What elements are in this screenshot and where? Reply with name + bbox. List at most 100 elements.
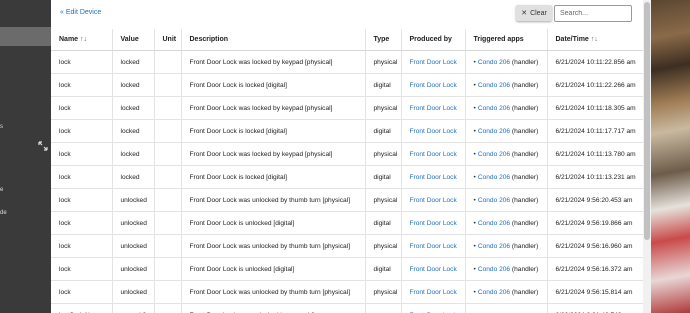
cell-produced-by-text[interactable]: Front Door Lock <box>410 243 457 250</box>
app-link[interactable]: Condo 206 <box>478 59 510 66</box>
app-link[interactable]: Condo 206 <box>478 174 510 181</box>
sidebar-item-fragment[interactable]: s <box>0 124 3 131</box>
cell-unit <box>154 50 182 74</box>
cell-unit <box>154 165 182 189</box>
cell-description: Front Door Lock is locked [digital] <box>181 165 366 189</box>
cell-description-text: Front Door Lock is locked [digital] <box>189 127 287 135</box>
scrollbar-thumb[interactable] <box>644 2 650 240</box>
column-header-value[interactable]: Value <box>112 29 155 51</box>
cell-type-text: digital <box>373 219 391 227</box>
cell-unit <box>154 119 182 143</box>
cell-value-text: locked <box>120 127 140 135</box>
expand-icon[interactable] <box>38 141 48 151</box>
cell-type-text: physical <box>373 196 398 204</box>
app-link[interactable]: Condo 206 <box>478 289 510 296</box>
events-table: Name ↑↓ Value Unit Description Type Prod… <box>51 29 643 313</box>
edit-device-link[interactable]: « Edit Device <box>60 9 101 16</box>
cell-value: locked <box>112 96 155 120</box>
app-link[interactable]: Condo 206 <box>478 128 510 135</box>
column-header-datetime[interactable]: Date/Time ↑↓ <box>547 29 643 51</box>
cell-description: Front Door Lock is locked [digital] <box>181 73 366 97</box>
cell-datetime: 6/21/2024 9:56:16.372 am <box>547 257 643 281</box>
cell-type: physical <box>365 234 402 258</box>
app-suffix: (handler) <box>510 150 539 158</box>
clear-button[interactable]: ✕ Clear <box>516 5 552 21</box>
cell-produced-by: Front Door Lock <box>401 73 466 97</box>
search-input[interactable] <box>554 5 632 22</box>
sort-icon[interactable]: ↑↓ <box>80 36 87 43</box>
cell-value-text: unlocked <box>120 242 147 250</box>
cell-produced-by-text[interactable]: Front Door Lock <box>410 174 457 181</box>
cell-description-text: Front Door Lock is locked [digital] <box>189 173 287 181</box>
cell-produced-by-text[interactable]: Front Door Lock <box>410 105 457 112</box>
cell-datetime-text: 6/21/2024 10:11:18.305 am <box>555 104 636 112</box>
cell-description: Front Door Lock is unlocked [digital] <box>181 257 366 281</box>
sidebar-item-active[interactable] <box>0 27 51 46</box>
cell-description: Front Door Lock was unlocked by thumb tu… <box>181 188 366 212</box>
cell-triggered-apps <box>465 303 548 313</box>
column-header-unit[interactable]: Unit <box>154 29 182 51</box>
sidebar-item-fragment[interactable]: de <box>0 210 7 217</box>
table-row: lastCodeNamenormal 2 Front Door Lock was … <box>51 303 643 313</box>
app-link[interactable]: Condo 206 <box>478 197 510 204</box>
cell-unit <box>154 303 182 313</box>
cell-produced-by-text[interactable]: Front Door Lock <box>410 82 457 89</box>
cell-type-text: digital <box>373 173 391 181</box>
app-link[interactable]: Condo 206 <box>478 151 510 158</box>
app-suffix: (handler) <box>510 288 539 296</box>
cell-triggered-apps: • Condo 206 (handler) <box>465 280 548 304</box>
cell-unit <box>154 96 182 120</box>
cell-produced-by-text[interactable]: Front Door Lock <box>410 266 457 273</box>
cell-type <box>365 303 402 313</box>
cell-name: lock <box>51 257 113 281</box>
cell-produced-by: Front Door Lock <box>401 211 466 235</box>
cell-unit <box>154 73 182 97</box>
column-header-type[interactable]: Type <box>365 29 402 51</box>
cell-description-text: Front Door Lock is locked [digital] <box>189 81 287 89</box>
cell-datetime-text: 6/21/2024 9:56:16.960 am <box>555 242 633 250</box>
cell-name: lock <box>51 119 113 143</box>
cell-type-text: physical <box>373 288 398 296</box>
cell-datetime-text: 6/21/2024 10:11:22.856 am <box>555 58 636 66</box>
cell-description: Front Door Lock was locked by keypad [ph… <box>181 142 366 166</box>
app-link[interactable]: Condo 206 <box>478 82 510 89</box>
scrollbar[interactable] <box>643 0 651 313</box>
cell-produced-by-text[interactable]: Front Door Lock <box>410 289 457 296</box>
cell-value-text: locked <box>120 173 140 181</box>
cell-description: Front Door Lock was locked by keypad [ph… <box>181 50 366 74</box>
cell-name-text: lock <box>59 242 71 250</box>
cell-value: locked <box>112 165 155 189</box>
app-link[interactable]: Condo 206 <box>478 266 510 273</box>
cell-type-text: digital <box>373 127 391 135</box>
table-row: lock locked Front Door Lock is locked [dig… <box>51 165 643 189</box>
app-link[interactable]: Condo 206 <box>478 220 510 227</box>
cell-type: digital <box>365 211 402 235</box>
cell-produced-by-text[interactable]: Front Door Lock <box>410 220 457 227</box>
app-link[interactable]: Condo 206 <box>478 243 510 250</box>
app-link[interactable]: Condo 206 <box>478 105 510 112</box>
sort-icon[interactable]: ↑↓ <box>591 36 598 43</box>
bullet-icon: • <box>473 288 476 296</box>
table-row: lock locked Front Door Lock was locked by … <box>51 142 643 166</box>
cell-triggered-apps: • Condo 206 (handler) <box>465 234 548 258</box>
column-header-produced-by[interactable]: Produced by <box>401 29 466 51</box>
cell-produced-by: Front Door Lock <box>401 119 466 143</box>
cell-name: lock <box>51 50 113 74</box>
background-photo <box>651 0 690 313</box>
cell-produced-by-text[interactable]: Front Door Lock <box>410 197 457 204</box>
cell-unit <box>154 142 182 166</box>
cell-produced-by-text[interactable]: Front Door Lock <box>410 128 457 135</box>
cell-datetime: 6/21/2024 9:56:20.453 am <box>547 188 643 212</box>
cell-name-text: lock <box>59 104 71 112</box>
table-row: lock locked Front Door Lock is locked [dig… <box>51 73 643 97</box>
cell-produced-by-text[interactable]: Front Door Lock <box>410 151 457 158</box>
column-header-name[interactable]: Name ↑↓ <box>51 29 113 51</box>
column-header-triggered-apps[interactable]: Triggered apps <box>465 29 548 51</box>
bullet-icon: • <box>473 219 476 227</box>
cell-type-text: digital <box>373 265 391 273</box>
column-header-description[interactable]: Description <box>181 29 366 51</box>
cell-produced-by-text[interactable]: Front Door Lock <box>410 59 457 66</box>
sidebar-item-fragment[interactable]: e <box>0 187 3 194</box>
cell-name-text: lock <box>59 219 71 227</box>
cell-unit <box>154 188 182 212</box>
